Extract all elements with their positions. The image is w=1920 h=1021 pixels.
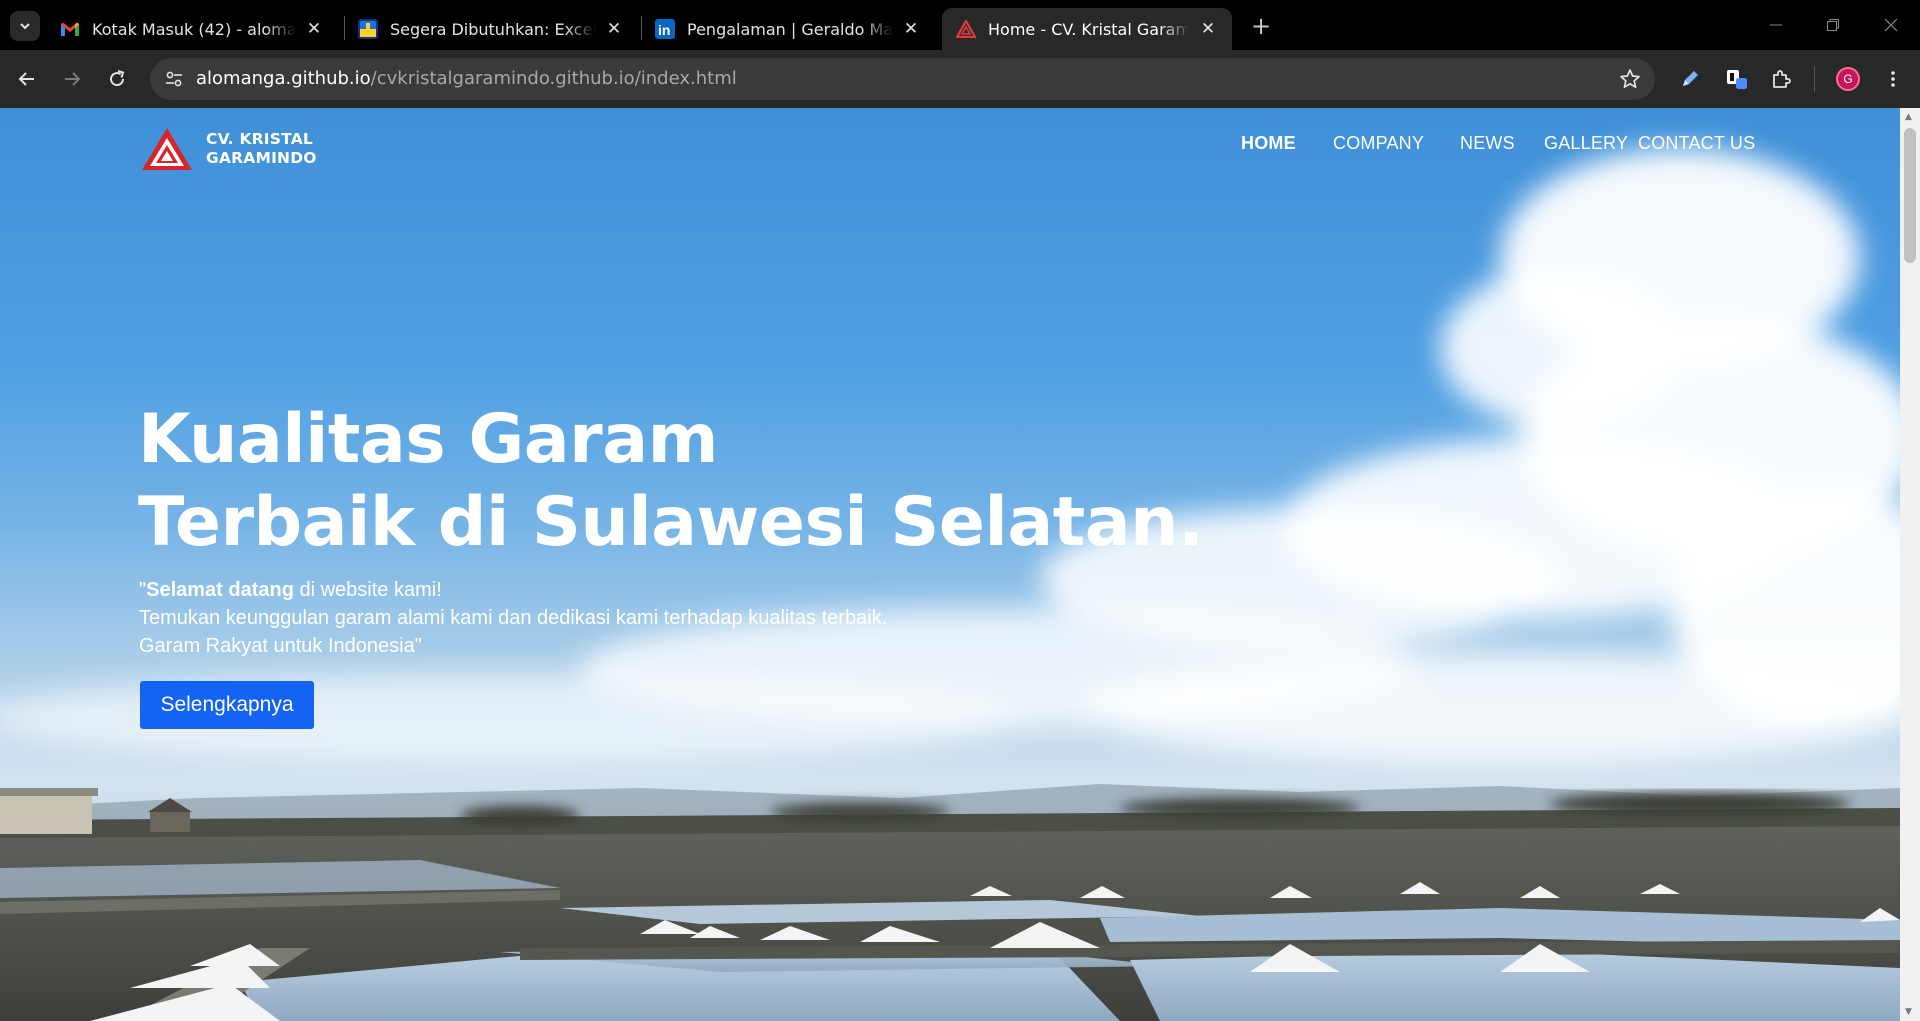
brand-triangle-icon bbox=[142, 128, 192, 170]
forward-button[interactable] bbox=[55, 62, 89, 96]
nav-company[interactable]: COMPANY bbox=[1333, 133, 1424, 154]
back-button[interactable] bbox=[10, 62, 44, 96]
jobstreet-icon bbox=[358, 19, 378, 39]
hero-line-2: Temukan keunggulan garam alami kami dan … bbox=[139, 607, 888, 629]
brand-name: CV. KRISTAL GARAMINDO bbox=[206, 130, 317, 168]
brand-line-2: GARAMINDO bbox=[206, 149, 317, 167]
close-icon[interactable]: ✕ bbox=[1198, 19, 1218, 39]
scroll-up-icon[interactable]: ▲ bbox=[1905, 112, 1915, 122]
tab-gmail[interactable]: Kotak Masuk (42) - alomanga27@ ✕ bbox=[46, 8, 338, 50]
url-path: /cvkristalgaramindo.github.io/index.html bbox=[370, 68, 737, 89]
tab-title: Segera Dibutuhkan: Excel - Juli bbox=[390, 19, 596, 39]
hero-title-line-2: Terbaik di Sulawesi Selatan. bbox=[138, 483, 1204, 562]
address-bar[interactable]: alomanga.github.io/cvkristalgaramindo.gi… bbox=[150, 58, 1655, 100]
arrow-right-icon bbox=[65, 72, 81, 86]
tab-search-button[interactable] bbox=[10, 11, 40, 41]
more-vert-icon bbox=[1891, 71, 1895, 87]
hero-background-image bbox=[0, 148, 1900, 1021]
hero-title-line-1: Kualitas Garam bbox=[138, 400, 718, 479]
url-text[interactable]: alomanga.github.io/cvkristalgaramindo.gi… bbox=[196, 58, 737, 100]
site-info-icon[interactable] bbox=[164, 69, 184, 89]
page-scrollbar[interactable]: ▲ ▼ bbox=[1900, 108, 1920, 1021]
extensions-menu-button[interactable] bbox=[1764, 62, 1798, 96]
selengkapnya-button[interactable]: Selengkapnya bbox=[140, 681, 314, 729]
close-icon[interactable]: ✕ bbox=[304, 19, 324, 39]
hero-line-3: Garam Rakyat untuk Indonesia" bbox=[139, 635, 422, 657]
hero-welcome-rest: di website kami! bbox=[293, 579, 442, 601]
brand-line-1: CV. KRISTAL bbox=[206, 130, 313, 148]
scrollbar-thumb[interactable] bbox=[1904, 128, 1916, 263]
hero-welcome-line: "Selamat datang di website kami! bbox=[139, 576, 887, 604]
nav-gallery[interactable]: GALLERY bbox=[1544, 133, 1628, 154]
site-logo-icon bbox=[956, 19, 976, 39]
hero-title: Kualitas Garam Terbaik di Sulawesi Selat… bbox=[138, 398, 1204, 564]
nav-news[interactable]: NEWS bbox=[1460, 133, 1515, 154]
hero-description: "Selamat datang di website kami! Temukan… bbox=[139, 576, 887, 660]
pen-icon bbox=[1683, 71, 1698, 86]
minimize-icon bbox=[1770, 24, 1782, 26]
svg-text:in: in bbox=[658, 22, 670, 38]
extension-pen-button[interactable] bbox=[1673, 62, 1707, 96]
new-tab-button[interactable]: + bbox=[1246, 12, 1276, 42]
bookmark-star-icon[interactable] bbox=[1619, 68, 1641, 90]
reload-button[interactable] bbox=[100, 62, 134, 96]
linkedin-icon: in bbox=[655, 19, 675, 39]
tab-title: Home - CV. Kristal Garamindo bbox=[988, 19, 1190, 39]
tab-jobstreet[interactable]: Segera Dibutuhkan: Excel - Juli ✕ bbox=[344, 8, 638, 50]
browser-toolbar: alomanga.github.io/cvkristalgaramindo.gi… bbox=[0, 50, 1920, 108]
minimize-button[interactable] bbox=[1756, 10, 1796, 40]
arrow-left-icon bbox=[18, 72, 34, 86]
extension-badge-icon bbox=[1727, 70, 1747, 89]
chevron-down-icon bbox=[20, 23, 30, 30]
tab-title: Pengalaman | Geraldo Manga | L bbox=[687, 19, 893, 39]
close-icon[interactable]: ✕ bbox=[604, 19, 624, 39]
restore-button[interactable] bbox=[1813, 10, 1853, 40]
puzzle-icon bbox=[1773, 70, 1791, 88]
tab-strip: Kotak Masuk (42) - alomanga27@ ✕ Segera … bbox=[0, 0, 1920, 50]
close-icon[interactable]: ✕ bbox=[901, 19, 921, 39]
browser-menu-button[interactable] bbox=[1876, 62, 1910, 96]
hero-welcome-bold: Selamat datang bbox=[146, 579, 294, 601]
tab-title: Kotak Masuk (42) - alomanga27@ bbox=[92, 19, 296, 39]
site-logo[interactable]: CV. KRISTAL GARAMINDO bbox=[140, 126, 317, 172]
profile-button[interactable]: G bbox=[1831, 62, 1865, 96]
extension-button[interactable] bbox=[1720, 62, 1754, 96]
scroll-down-icon[interactable]: ▼ bbox=[1905, 1007, 1915, 1017]
tab-linkedin[interactable]: in Pengalaman | Geraldo Manga | L ✕ bbox=[641, 8, 935, 50]
nav-contact-us[interactable]: CONTACT US bbox=[1638, 133, 1755, 154]
reload-icon bbox=[110, 70, 125, 87]
gmail-icon bbox=[60, 19, 80, 39]
web-page: CV. KRISTAL GARAMINDO HOME COMPANY NEWS … bbox=[0, 108, 1900, 1021]
close-icon bbox=[1884, 18, 1898, 32]
profile-initial: G bbox=[1843, 72, 1853, 86]
restore-icon bbox=[1827, 19, 1839, 31]
nav-home[interactable]: HOME bbox=[1241, 133, 1296, 154]
toolbar-divider bbox=[1814, 66, 1815, 92]
url-host: alomanga.github.io bbox=[196, 68, 371, 89]
tab-home-kristal-garamindo[interactable]: Home - CV. Kristal Garamindo ✕ bbox=[942, 8, 1232, 50]
avatar: G bbox=[1836, 67, 1860, 91]
close-window-button[interactable] bbox=[1871, 10, 1911, 40]
